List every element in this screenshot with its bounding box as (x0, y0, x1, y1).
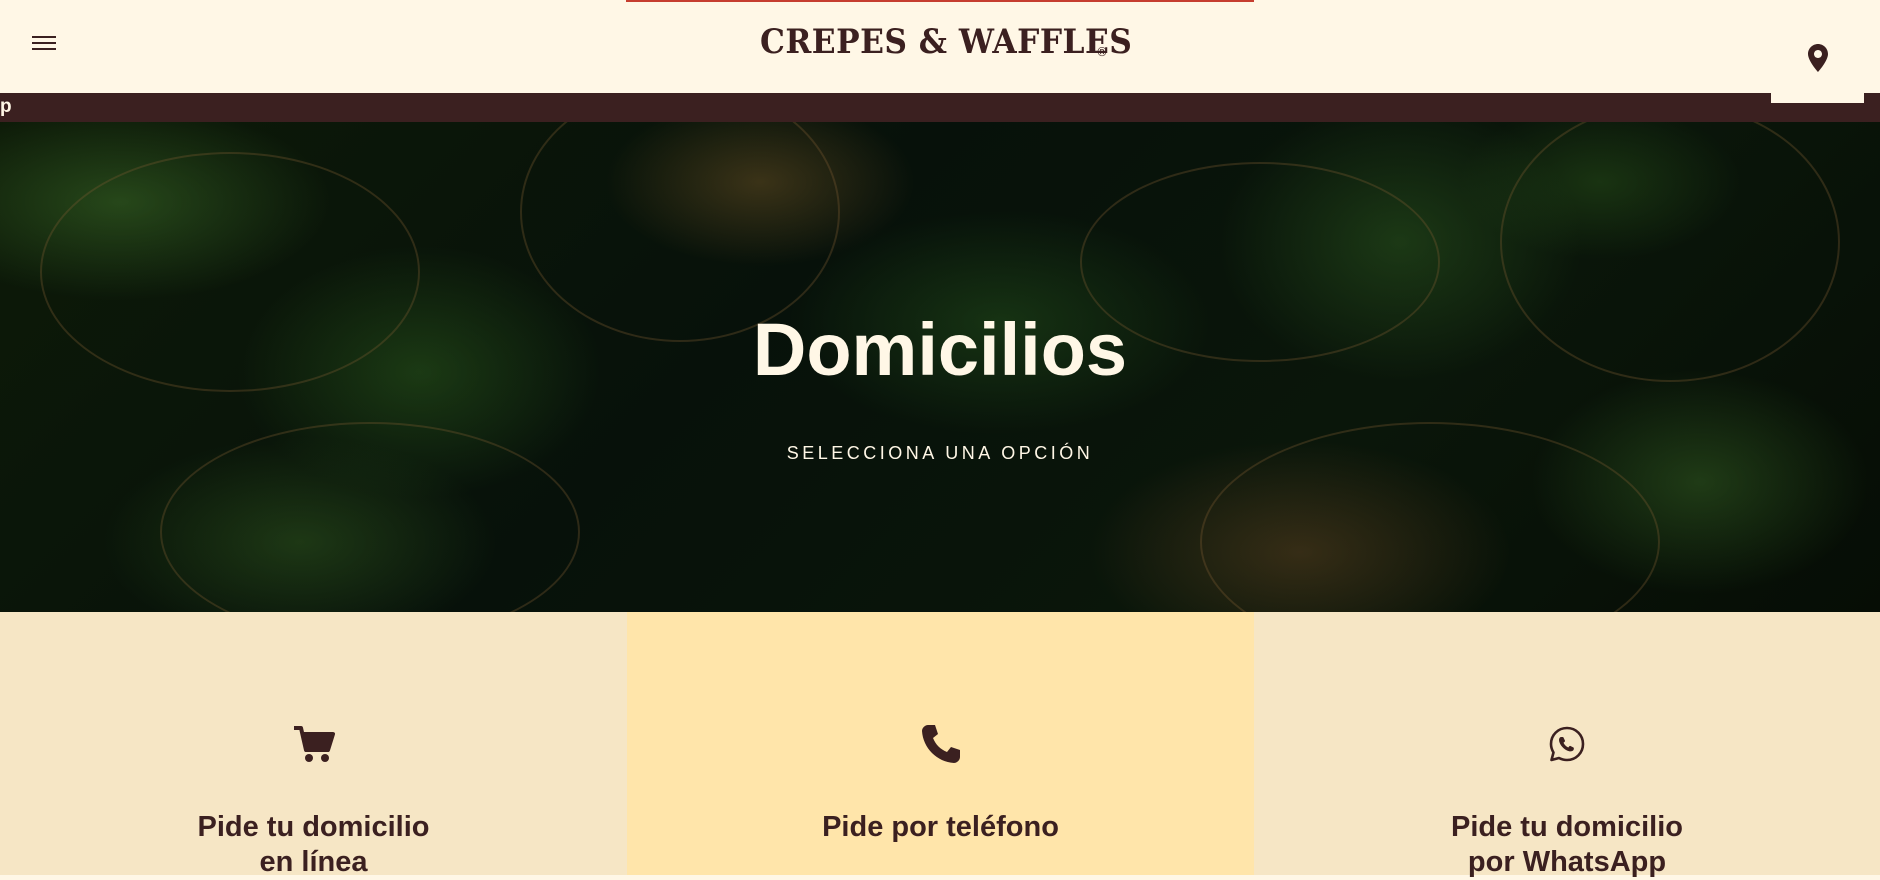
registered-mark: ® (1096, 45, 1108, 59)
hero-banner: Domicilios SELECCIONA UNA OPCIÓN (0, 122, 1880, 612)
order-by-phone-label: Pide por teléfono (822, 811, 1059, 843)
hamburger-menu-icon[interactable] (30, 34, 58, 54)
order-online-label: Pide tu domicilio en línea (197, 811, 430, 878)
page-title: Domicilios (752, 308, 1128, 391)
brand-logo[interactable]: CREPES & WAFFLES ® (760, 20, 1165, 64)
ticker-text: p (0, 96, 12, 117)
phone-icon (921, 725, 960, 763)
delivery-options: Pide tu domicilio en línea Pide por telé… (0, 612, 1880, 878)
order-by-whatsapp-option[interactable]: Pide tu domicilio por WhatsApp (1254, 612, 1880, 878)
page-subtitle: SELECCIONA UNA OPCIÓN (786, 443, 1094, 463)
order-online-option[interactable]: Pide tu domicilio en línea (0, 612, 627, 878)
order-by-phone-option[interactable]: Pide por teléfono (627, 612, 1254, 875)
announcement-ticker: p (0, 93, 1880, 122)
shopping-cart-icon (293, 726, 335, 762)
order-by-whatsapp-label: Pide tu domicilio por WhatsApp (1450, 811, 1683, 878)
site-header: CREPES & WAFFLES ® (0, 0, 1880, 93)
brand-logo-text: CREPES & WAFFLES (760, 22, 1133, 62)
location-button[interactable] (1771, 0, 1864, 103)
header-accent-line (626, 0, 1254, 2)
whatsapp-icon (1549, 726, 1585, 762)
map-pin-icon (1808, 44, 1828, 72)
